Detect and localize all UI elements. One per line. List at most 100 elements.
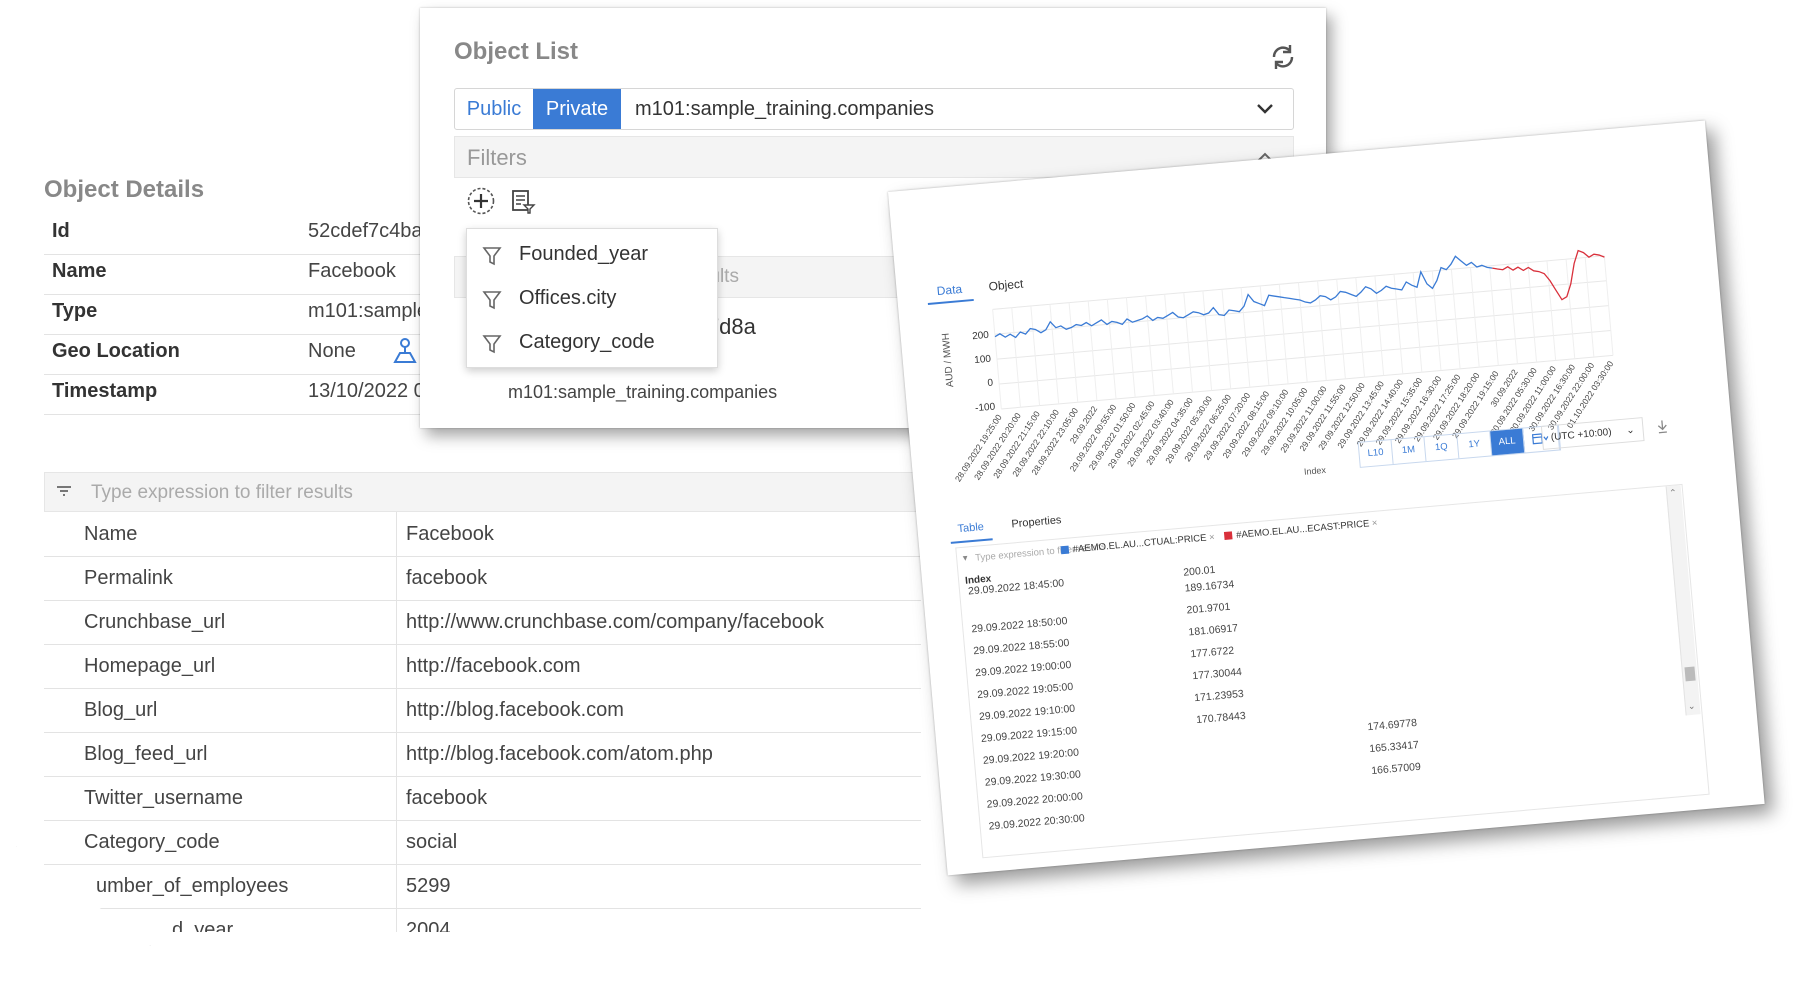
index-cell: 29.09.2022 19:20:00 — [982, 746, 1080, 767]
grid-line — [992, 255, 1605, 310]
filter-icon[interactable] — [55, 483, 73, 499]
actual-cell: 170.78443 — [1195, 709, 1247, 727]
index-cell: 29.09.2022 20:30:00 — [988, 812, 1086, 833]
filters-label: Filters — [467, 145, 527, 170]
property-value: http://www.crunchbase.com/company/facebo… — [406, 611, 824, 633]
tab-public[interactable]: Public — [455, 89, 534, 129]
actual-cell: 177.30044 — [1191, 666, 1243, 683]
divider — [396, 820, 397, 864]
filter-icon[interactable]: ▼ — [961, 553, 970, 563]
object-list-title: Object List — [454, 38, 579, 65]
divider — [396, 688, 397, 732]
active-tab-indicator — [950, 538, 993, 544]
table-row[interactable]: Homepage_url http://facebook.com — [44, 644, 921, 689]
collection-selector[interactable]: Public Private m101:sample_training.comp… — [454, 88, 1294, 130]
property-value: 2004 — [406, 919, 451, 932]
property-key: Name — [84, 523, 138, 545]
index-cell: 29.09.2022 19:15:00 — [980, 724, 1078, 745]
range-button-1q[interactable]: 1Q — [1424, 434, 1460, 462]
refresh-icon[interactable] — [1268, 42, 1298, 72]
table-row[interactable]: Name Facebook — [44, 512, 921, 557]
property-value: facebook — [406, 567, 488, 589]
funnel-icon — [481, 289, 503, 311]
x-axis-label: Index — [1304, 465, 1327, 477]
table-row[interactable]: umber_of_employees 5299 — [44, 864, 921, 909]
funnel-icon — [481, 333, 503, 355]
field-label: Geo Location — [52, 340, 180, 362]
table-row[interactable]: Crunchbase_url http://www.crunchbase.com/… — [44, 600, 921, 645]
index-cell: 29.09.2022 18:55:00 — [972, 636, 1070, 658]
actual-cell: 201.9701 — [1186, 600, 1231, 617]
property-key: Blog_url — [84, 699, 158, 721]
property-key: Permalink — [84, 567, 173, 589]
field-value[interactable]: Facebook — [308, 260, 396, 283]
object-collection: m101:sample_training.companies — [508, 382, 778, 402]
property-value: Facebook — [406, 523, 494, 545]
table-row[interactable]: d_year 2004 — [44, 908, 921, 932]
collection-select-value[interactable]: m101:sample_training.companies — [635, 98, 934, 121]
forecast-cell: 165.33417 — [1368, 738, 1420, 756]
series-swatch — [1060, 546, 1070, 555]
chevron-down-icon[interactable]: ⌄ — [1687, 701, 1695, 713]
actual-cell: 177.6722 — [1189, 644, 1235, 661]
range-button-1y[interactable]: 1Y — [1457, 431, 1493, 459]
funnel-icon — [481, 245, 503, 267]
forecast-cell: 166.57009 — [1370, 760, 1422, 778]
property-key: Blog_feed_url — [84, 743, 208, 765]
divider — [396, 600, 397, 644]
table-scrollbar[interactable]: ⌃ ⌄ — [1665, 485, 1701, 716]
table-row[interactable]: Twitter_username facebook — [44, 776, 921, 821]
property-key: d_year — [172, 919, 234, 932]
table-row[interactable]: Blog_feed_url http://blog.facebook.com/at… — [44, 732, 921, 777]
data-table: ▼ Type expression to filter results #AEM… — [955, 483, 1710, 859]
download-icon[interactable] — [1657, 419, 1668, 434]
range-button-1m[interactable]: 1M — [1391, 437, 1427, 464]
divider — [396, 908, 397, 932]
tab-table[interactable]: Table — [957, 521, 984, 535]
property-value: http://blog.facebook.com/atom.php — [406, 743, 713, 765]
close-icon[interactable]: × — [1209, 532, 1216, 543]
tab-properties[interactable]: Properties — [1011, 514, 1062, 530]
index-cell: 29.09.2022 19:30:00 — [984, 768, 1082, 789]
table-row[interactable]: Permalink facebook — [44, 556, 921, 601]
filter-input-placeholder[interactable]: Type expression to filter results — [91, 482, 353, 504]
close-icon[interactable]: × — [1371, 518, 1378, 529]
divider — [396, 776, 397, 820]
chevron-down-icon[interactable] — [1255, 101, 1275, 117]
field-label: Timestamp — [52, 380, 158, 402]
table-row[interactable]: Category_code social — [44, 820, 921, 865]
field-value[interactable]: None — [308, 340, 356, 363]
table-row[interactable]: Blog_url http://blog.facebook.com — [44, 688, 921, 733]
map-pin-icon[interactable] — [392, 336, 418, 364]
add-filter-icon[interactable] — [466, 186, 496, 216]
field-label: Id — [52, 220, 70, 242]
properties-table: Name Facebook Permalink facebook Crunchbas… — [44, 512, 921, 932]
properties-filter-bar[interactable]: Type expression to filter results — [44, 472, 921, 512]
forecast-cell: 174.69778 — [1366, 716, 1418, 734]
divider — [396, 864, 397, 908]
filter-list-icon[interactable] — [510, 188, 536, 214]
chart-panel: Data Object AUD / MWH 200 100 0 -100 28.… — [888, 120, 1765, 876]
series-swatch — [1223, 531, 1233, 541]
field-label: Type — [52, 300, 98, 322]
actual-cell: 181.06917 — [1188, 622, 1239, 639]
filter-option-offices-city[interactable]: Offices.city — [467, 277, 717, 321]
property-key: Crunchbase_url — [84, 611, 226, 633]
field-value[interactable]: 52cdef7c4ba — [308, 220, 423, 243]
chevron-up-icon[interactable]: ⌃ — [1669, 487, 1677, 499]
actual-cell: 171.23953 — [1193, 687, 1245, 705]
filter-option-category-code[interactable]: Category_code — [467, 321, 717, 365]
property-key: Homepage_url — [84, 655, 216, 677]
tab-private[interactable]: Private — [533, 89, 621, 129]
divider — [396, 556, 397, 600]
property-value: http://blog.facebook.com — [406, 699, 624, 721]
filter-option-label: Offices.city — [519, 287, 617, 309]
object-details-title: Object Details — [44, 176, 205, 203]
range-button-all[interactable]: ALL — [1490, 428, 1526, 456]
series-line-actual[interactable] — [992, 253, 1495, 339]
add-filter-dropdown: Founded_year Offices.city Category_code — [466, 228, 718, 368]
range-button-l10[interactable]: L10 — [1358, 440, 1394, 467]
scrollbar-thumb[interactable] — [1684, 666, 1696, 682]
index-cell: 29.09.2022 19:05:00 — [976, 680, 1074, 702]
filter-option-founded-year[interactable]: Founded_year — [467, 233, 717, 277]
